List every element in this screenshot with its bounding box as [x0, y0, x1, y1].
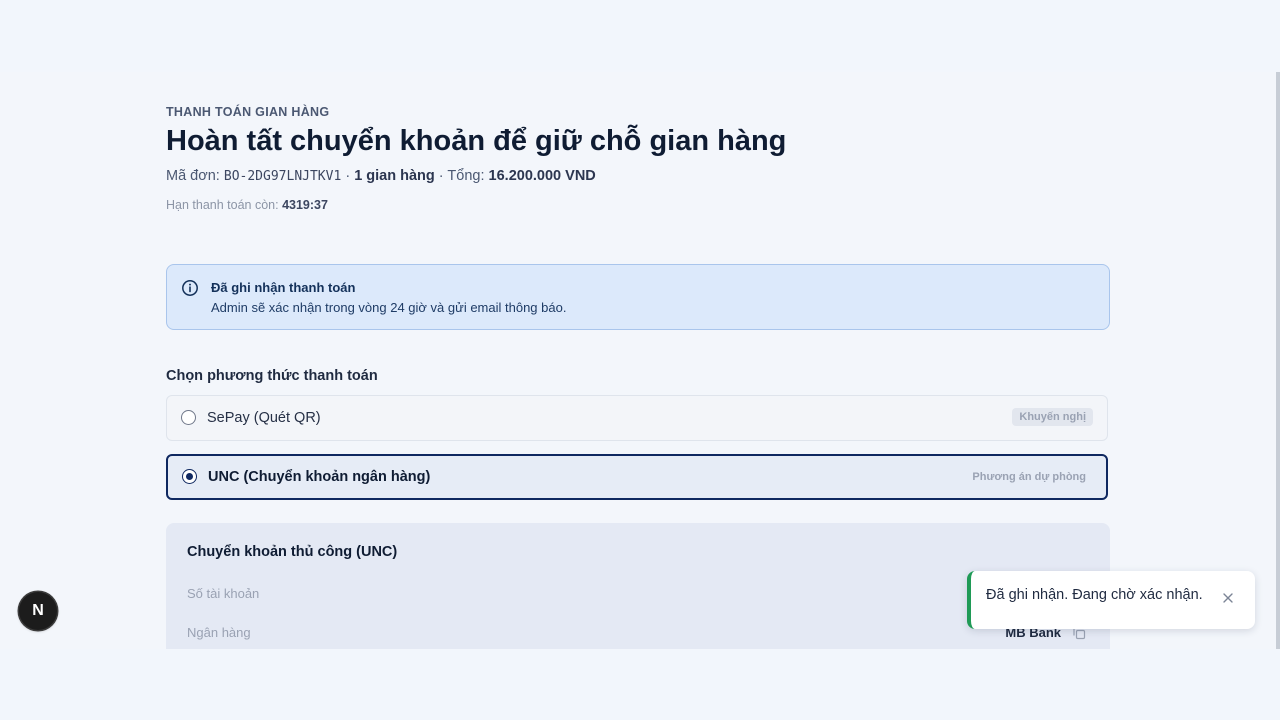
payment-option-unc[interactable]: UNC (Chuyển khoản ngân hàng) Phương án d… [166, 454, 1108, 500]
page-title: Hoàn tất chuyển khoản để giữ chỗ gian hà… [166, 125, 787, 157]
bottom-band [0, 649, 1280, 720]
top-band [0, 0, 1280, 72]
order-code-label: Mã đơn: [166, 168, 220, 184]
payment-option-sepay[interactable]: SePay (Quét QR) Khuyến nghị [166, 395, 1108, 441]
total-label: Tổng: [447, 168, 485, 184]
option-label: SePay (Quét QR) [207, 410, 321, 426]
recommended-badge: Khuyến nghị [1012, 408, 1093, 426]
account-number-label: Số tài khoản [187, 586, 260, 601]
scrollbar[interactable] [1276, 72, 1280, 649]
radio-sepay[interactable] [181, 410, 196, 425]
order-summary: Mã đơn: BO-2DG97LNJTKV1 · 1 gian hàng · … [166, 168, 596, 184]
separator: · [345, 168, 351, 184]
toast-notification: Đã ghi nhận. Đang chờ xác nhận. [967, 571, 1255, 629]
option-label: UNC (Chuyển khoản ngân hàng) [208, 469, 431, 485]
booth-count: 1 gian hàng [354, 168, 435, 184]
order-code: BO-2DG97LNJTKV1 [223, 169, 342, 184]
total-value: 16.200.000 VND [488, 168, 596, 184]
nextjs-dev-indicator[interactable]: N [19, 592, 57, 630]
close-icon[interactable] [1221, 591, 1235, 605]
info-icon [182, 280, 198, 296]
page-viewport: THANH TOÁN GIAN HÀNG Hoàn tất chuyển kho… [0, 72, 1280, 649]
deadline-countdown: 4319:37 [282, 198, 328, 212]
alert-title: Đã ghi nhận thanh toán [211, 280, 356, 295]
manual-transfer-title: Chuyển khoản thủ công (UNC) [187, 544, 398, 560]
payment-method-label: Chọn phương thức thanh toán [166, 368, 378, 384]
fallback-badge: Phương án dự phòng [972, 471, 1086, 483]
page-eyebrow: THANH TOÁN GIAN HÀNG [166, 105, 330, 119]
payment-deadline: Hạn thanh toán còn: 4319:37 [166, 198, 328, 212]
bank-label: Ngân hàng [187, 625, 251, 640]
radio-unc[interactable] [182, 469, 197, 484]
toast-message: Đã ghi nhận. Đang chờ xác nhận. [986, 587, 1203, 603]
separator: · [438, 168, 444, 184]
payment-recorded-alert: Đã ghi nhận thanh toán Admin sẽ xác nhận… [166, 264, 1110, 330]
alert-body: Admin sẽ xác nhận trong vòng 24 giờ và g… [211, 300, 567, 315]
deadline-label: Hạn thanh toán còn: [166, 198, 279, 212]
